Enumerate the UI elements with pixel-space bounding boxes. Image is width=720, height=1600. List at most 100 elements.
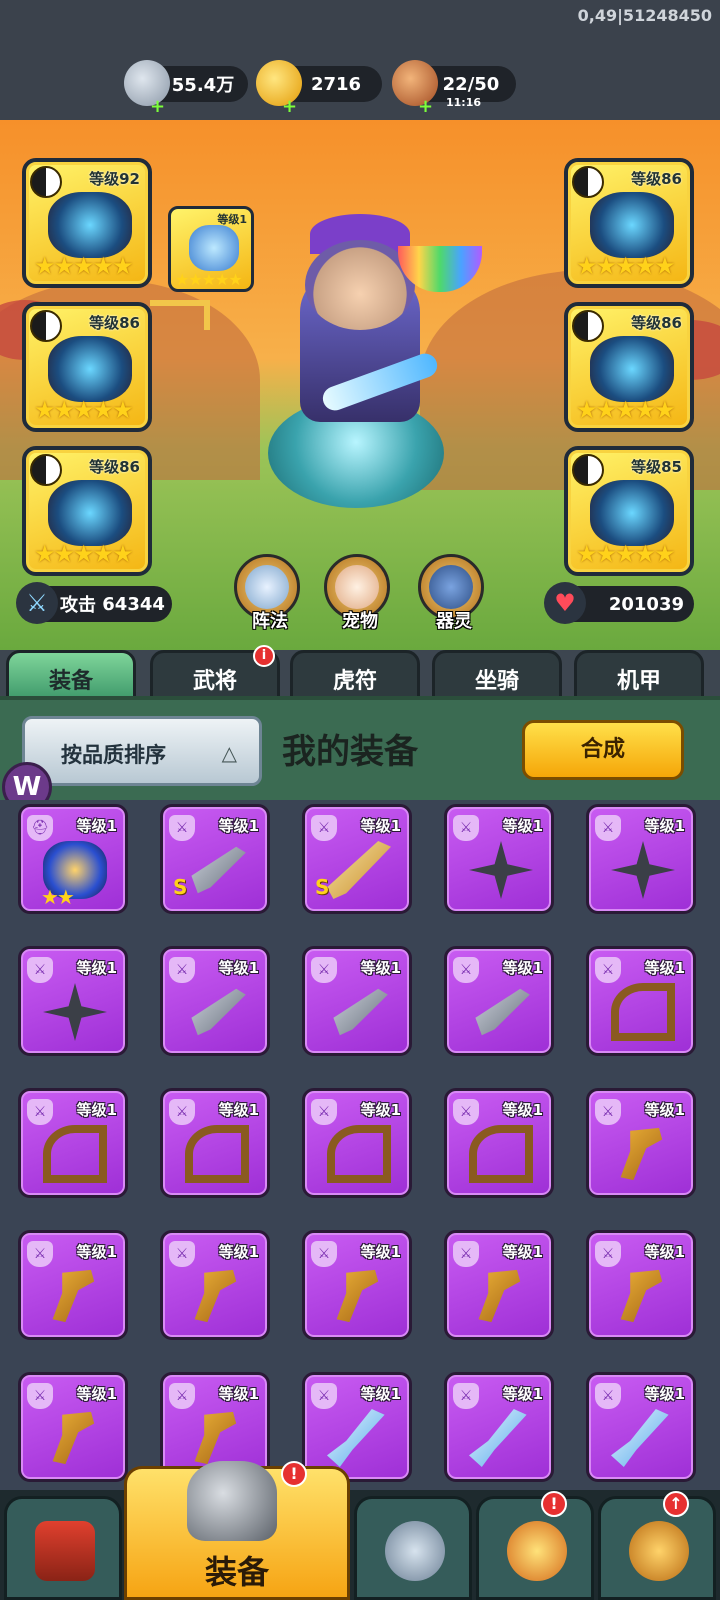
item-level: 等级1 (502, 1243, 543, 1261)
merge-button[interactable]: 合成 (522, 720, 684, 780)
equipment-item[interactable]: ⚔ 等级1 (586, 1372, 696, 1482)
add-stamina-icon[interactable]: + (418, 96, 433, 117)
sword-slot-icon: ⚔ (27, 1383, 53, 1409)
equip-slot-armor[interactable]: 等级86 ★★★★★ (564, 158, 694, 288)
item-level: 等级1 (218, 817, 259, 835)
sword-slot-icon: ⚔ (453, 1241, 479, 1267)
gun-icon (620, 1127, 663, 1181)
equipment-item[interactable]: ⚔ 等级1 (444, 1372, 554, 1482)
item-level: 等级1 (502, 817, 543, 835)
gold-resource[interactable]: + 2716 (256, 60, 382, 117)
link-connector (150, 300, 210, 330)
equipment-item[interactable]: ⚔ 等级1 (160, 1088, 270, 1198)
equipment-item[interactable]: ⚔ 等级1 (444, 1230, 554, 1340)
equipment-item[interactable]: ⚔ 等级1 (18, 1230, 128, 1340)
tab-equipment[interactable]: 装备 (6, 650, 136, 702)
spirit-button[interactable]: 器灵 (418, 554, 484, 632)
sword-slot-icon: ⚔ (169, 1383, 195, 1409)
sword-slot-icon: ⚔ (169, 1241, 195, 1267)
item-level: 等级1 (360, 817, 401, 835)
tab-tiger-tally[interactable]: 虎符 (290, 650, 420, 702)
pet-button[interactable]: 宠物 (324, 554, 390, 632)
sword-slot-icon: ⚔ (27, 957, 53, 983)
sword-slot-icon: ⚔ (453, 815, 479, 841)
cat-pet-icon (335, 565, 379, 609)
item-level: 等级1 (644, 959, 685, 977)
tab-label: 武将 (192, 669, 237, 694)
equipment-item[interactable]: ⚔ 等级1 (302, 946, 412, 1056)
slot-level: 等级86 (631, 314, 682, 332)
tab-generals[interactable]: 武将 i (150, 645, 280, 702)
tab-label: 虎符 (332, 669, 377, 694)
sword-slot-icon: ⚔ (169, 815, 195, 841)
tab-mount[interactable]: 坐骑 (432, 650, 562, 702)
equipment-item[interactable]: ⚔ 等级1 (302, 1088, 412, 1198)
sword-slot-icon: ⚔ (595, 815, 621, 841)
equip-slot-belt[interactable]: 等级85 ★★★★★ (564, 446, 694, 576)
alert-icon: ! (541, 1491, 567, 1517)
sword-slot-icon: ⚔ (595, 1099, 621, 1125)
slot-level: 等级86 (89, 458, 140, 476)
equipment-item[interactable]: ⛑ 等级1 ★★ (18, 804, 128, 914)
add-gold-icon[interactable]: + (282, 96, 297, 117)
tab-label: 坐骑 (474, 669, 519, 694)
dagger-icon (191, 988, 246, 1036)
equipment-item[interactable]: ⚔ 等级1 (18, 1088, 128, 1198)
nav-upgrade[interactable]: ↑ (598, 1491, 716, 1600)
item-level: 等级1 (502, 959, 543, 977)
hero-stage: 等级92 ★★★★★ 等级1 ★★★★★ 等级86 ★★★★★ 等级86 ★★★… (0, 120, 720, 650)
nav-heroes[interactable]: ! (476, 1491, 594, 1600)
slot-stars: ★★★★★ (576, 396, 676, 424)
equipment-item[interactable]: ⚔ 等级1 (586, 1230, 696, 1340)
panel-title: 我的装备 (282, 732, 418, 772)
equipment-item[interactable]: ⚔ 等级1 (302, 1230, 412, 1340)
item-level: 等级1 (502, 1385, 543, 1403)
nav-city[interactable] (4, 1496, 122, 1600)
stamina-resource[interactable]: + 22/50 11:16 (392, 60, 516, 117)
bow-icon (611, 983, 675, 1041)
equipment-item[interactable]: ⚔ 等级1 (444, 946, 554, 1056)
hp-value: 201039 (608, 593, 684, 615)
slot-level: 等级86 (631, 170, 682, 188)
tab-mecha[interactable]: 机甲 (574, 650, 704, 702)
boots-icon (590, 336, 674, 402)
sword-slot-icon: ⚔ (27, 1241, 53, 1267)
equipment-item[interactable]: ⚔ 等级1 (586, 946, 696, 1056)
equip-slot-helmet[interactable]: 等级86 ★★★★★ (22, 446, 152, 576)
item-level: 等级1 (218, 1385, 259, 1403)
equipment-item[interactable]: ⚔ 等级1 S (302, 804, 412, 914)
slot-level: 等级86 (89, 314, 140, 332)
sub-equip-slot[interactable]: 等级1 ★★★★★ (168, 206, 254, 292)
equipment-item[interactable]: ⚔ 等级1 (18, 946, 128, 1056)
add-silver-icon[interactable]: + (150, 96, 165, 117)
equipment-item[interactable]: ⚔ 等级1 (18, 1372, 128, 1482)
dagger-icon (475, 988, 530, 1036)
equipment-item[interactable]: ⚔ 等级1 (444, 804, 554, 914)
shuriken-icon (43, 983, 107, 1041)
nav-equipment[interactable]: 装备 ! (124, 1461, 350, 1600)
debug-text: 0,49|51248450 (577, 6, 712, 25)
equipment-item[interactable]: ⚔ 等级1 (160, 946, 270, 1056)
glaive-icon (611, 1409, 669, 1467)
formation-button[interactable]: 阵法 (234, 554, 300, 632)
equip-slot-weapon[interactable]: 等级92 ★★★★★ (22, 158, 152, 288)
equipment-item[interactable]: ⚔ 等级1 (586, 1088, 696, 1198)
item-level: 等级1 (644, 1101, 685, 1119)
equipment-item[interactable]: ⚔ 等级1 (160, 1230, 270, 1340)
equip-slot-boots[interactable]: 等级86 ★★★★★ (564, 302, 694, 432)
city-gate-icon (35, 1521, 95, 1581)
shuriken-icon (611, 841, 675, 899)
silver-resource[interactable]: + 55.4万 (124, 60, 248, 117)
sort-by-quality-button[interactable]: 按品质排序 △ (22, 716, 262, 786)
sword-slot-icon: ⚔ (311, 1099, 337, 1125)
nav-battle[interactable] (354, 1496, 472, 1600)
stamina-timer: 11:16 (446, 96, 482, 109)
equipment-item[interactable]: ⚔ 等级1 S (160, 804, 270, 914)
equipment-item[interactable]: ⚔ 等级1 (444, 1088, 554, 1198)
sword-slot-icon: ⚔ (27, 1099, 53, 1125)
equipment-item[interactable]: ⚔ 等级1 (586, 804, 696, 914)
equip-slot-necklace[interactable]: 等级86 ★★★★★ (22, 302, 152, 432)
yin-yang-icon (30, 454, 62, 486)
upgrade-fist-icon (629, 1521, 689, 1581)
helmet-icon (187, 1461, 277, 1541)
